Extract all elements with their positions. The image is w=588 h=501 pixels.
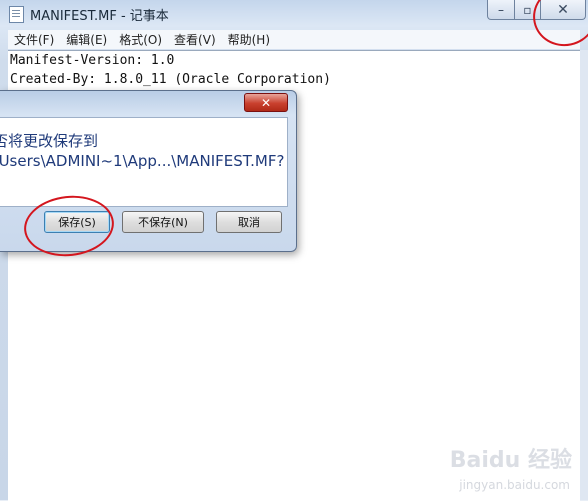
dialog-question-line1: 是否将更改保存到 <box>0 132 99 150</box>
menu-format[interactable]: 格式(O) <box>113 31 168 48</box>
dialog-button-row: 保存(S) 不保存(N) 取消 <box>44 211 282 235</box>
dont-save-button[interactable]: 不保存(N) <box>122 211 204 233</box>
close-icon: ✕ <box>260 95 272 110</box>
close-icon: ✕ <box>557 1 569 18</box>
window-right-border <box>580 50 588 500</box>
maximize-icon: ▫ <box>523 2 532 17</box>
close-button[interactable]: ✕ <box>541 0 586 20</box>
menu-help[interactable]: 帮助(H) <box>222 31 276 48</box>
watermark-url: jingyan.baidu.com <box>459 478 570 492</box>
minimize-button[interactable]: – <box>487 0 515 20</box>
cancel-button[interactable]: 取消 <box>216 211 282 233</box>
menu-view[interactable]: 查看(V) <box>168 31 222 48</box>
minimize-icon: – <box>498 2 504 17</box>
editor-line: Manifest-Version: 1.0 <box>10 53 175 68</box>
dialog-close-button[interactable]: ✕ <box>244 93 288 112</box>
maximize-button[interactable]: ▫ <box>515 0 541 20</box>
caption-buttons: – ▫ ✕ <box>487 0 586 20</box>
menu-edit[interactable]: 编辑(E) <box>60 31 113 48</box>
notepad-icon <box>9 6 24 23</box>
menu-file[interactable]: 文件(F) <box>8 31 60 48</box>
menu-bar: 文件(F) 编辑(E) 格式(O) 查看(V) 帮助(H) <box>8 30 580 49</box>
save-changes-dialog: ✕ 是否将更改保存到 C:\Users\ADMINI~1\App...\MANI… <box>0 90 297 252</box>
watermark-logo: Baidu 经验 <box>449 448 572 473</box>
editor-line: Created-By: 1.8.0_11 (Oracle Corporation… <box>10 72 331 87</box>
save-button[interactable]: 保存(S) <box>44 211 110 233</box>
dialog-message-area: 是否将更改保存到 C:\Users\ADMINI~1\App...\MANIFE… <box>0 117 288 207</box>
window-title: MANIFEST.MF - 记事本 <box>30 9 169 24</box>
dialog-question-line2: C:\Users\ADMINI~1\App...\MANIFEST.MF? <box>0 152 285 170</box>
